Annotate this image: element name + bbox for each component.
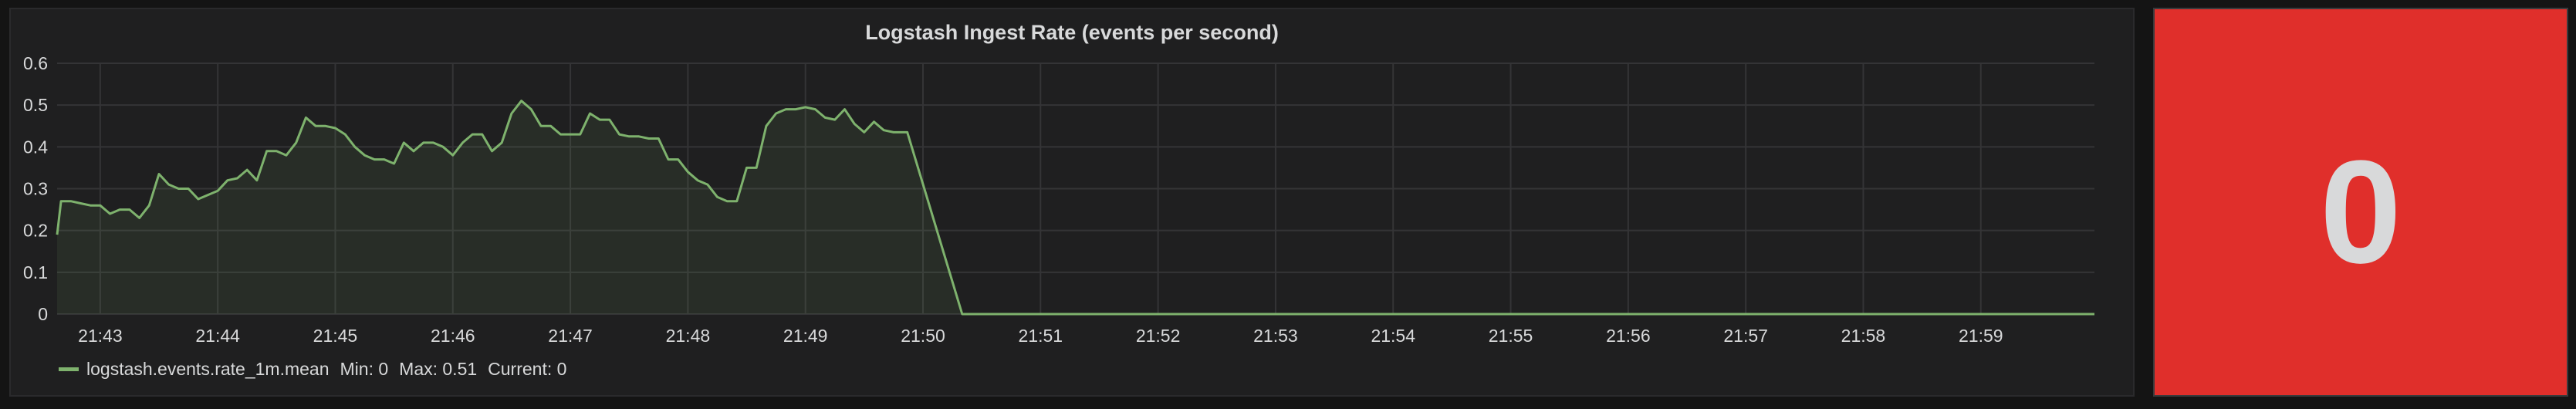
y-tick-label: 0.2 bbox=[23, 221, 48, 241]
legend: logstash.events.rate_1m.mean Min: 0 Max:… bbox=[59, 358, 577, 380]
x-tick-label: 21:52 bbox=[1136, 326, 1181, 346]
x-tick-label: 21:54 bbox=[1371, 326, 1415, 346]
x-tick-label: 21:43 bbox=[78, 326, 123, 346]
x-tick-label: 21:47 bbox=[548, 326, 593, 346]
legend-series-swatch[interactable] bbox=[59, 367, 79, 371]
dashboard-row: Logstash Ingest Rate (events per second)… bbox=[0, 0, 2576, 409]
y-tick-label: 0.5 bbox=[23, 95, 48, 115]
y-tick-label: 0.6 bbox=[23, 53, 48, 73]
singlestat-value: 0 bbox=[2320, 130, 2402, 294]
legend-max: Max: 0.51 bbox=[399, 359, 478, 379]
singlestat-panel[interactable]: 0 bbox=[2153, 8, 2568, 397]
y-tick-label: 0 bbox=[38, 304, 48, 324]
x-tick-label: 21:56 bbox=[1606, 326, 1651, 346]
series-area bbox=[57, 100, 2094, 314]
legend-series-name[interactable]: logstash.events.rate_1m.mean bbox=[86, 358, 330, 380]
y-tick-label: 0.3 bbox=[23, 179, 48, 199]
x-tick-label: 21:49 bbox=[783, 326, 828, 346]
series-area-fill bbox=[57, 100, 2094, 314]
x-tick-label: 21:57 bbox=[1723, 326, 1768, 346]
x-tick-label: 21:51 bbox=[1019, 326, 1063, 346]
graph-panel[interactable]: Logstash Ingest Rate (events per second)… bbox=[9, 8, 2135, 397]
x-tick-label: 21:59 bbox=[1959, 326, 2003, 346]
ingest-rate-chart[interactable]: 0 0.1 0.2 0.3 0.4 0.5 0.6 21:43 21:44 21:45 21:46… bbox=[11, 9, 2133, 395]
x-axis-tick-labels: 21:43 21:44 21:45 21:46 21:47 21:48 21:49 21:50… bbox=[78, 326, 2003, 346]
legend-current: Current: 0 bbox=[488, 359, 567, 379]
legend-min: Min: 0 bbox=[340, 359, 389, 379]
x-tick-label: 21:45 bbox=[313, 326, 358, 346]
x-tick-label: 21:48 bbox=[666, 326, 711, 346]
y-tick-label: 0.4 bbox=[23, 137, 48, 157]
x-tick-label: 21:50 bbox=[901, 326, 945, 346]
x-tick-label: 21:55 bbox=[1489, 326, 1533, 346]
x-tick-label: 21:46 bbox=[431, 326, 475, 346]
x-tick-label: 21:58 bbox=[1841, 326, 1886, 346]
x-tick-label: 21:53 bbox=[1253, 326, 1298, 346]
x-tick-label: 21:44 bbox=[195, 326, 240, 346]
y-tick-label: 0.1 bbox=[23, 262, 48, 282]
y-axis-tick-labels: 0 0.1 0.2 0.3 0.4 0.5 0.6 bbox=[23, 53, 48, 324]
